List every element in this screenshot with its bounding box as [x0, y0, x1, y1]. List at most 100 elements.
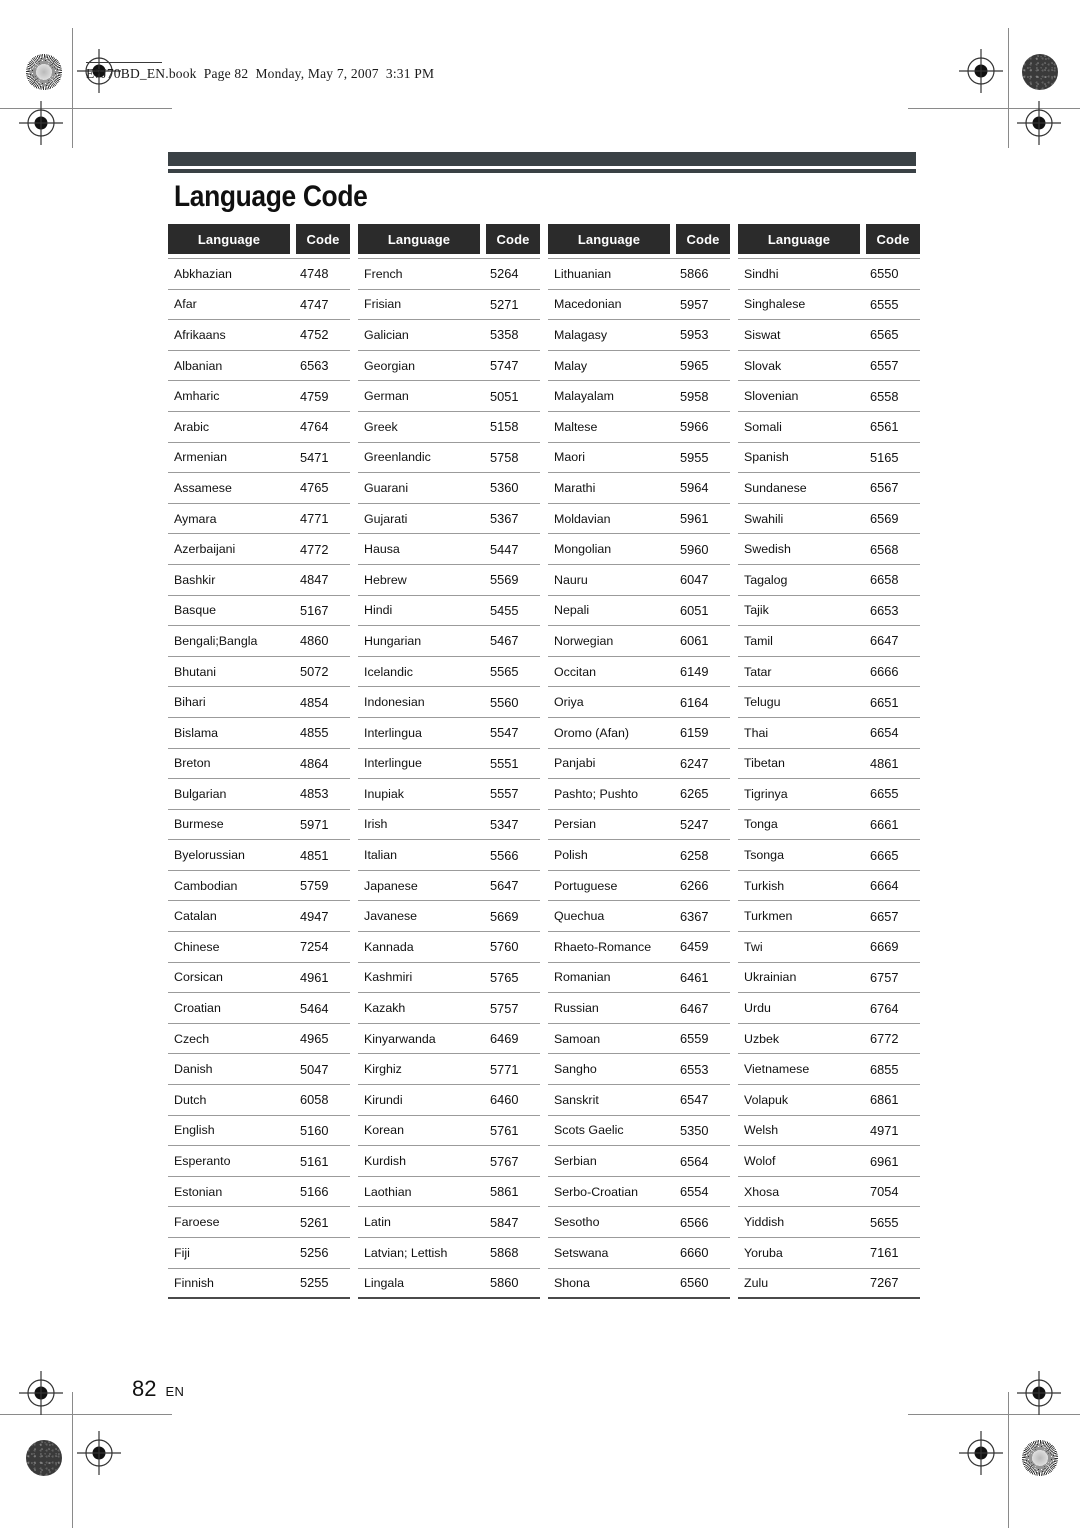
table-row: Urdu 6764	[738, 993, 920, 1024]
cell-code: 6461	[680, 969, 709, 985]
table-row: Serbian 6564	[548, 1146, 730, 1177]
table-row: Inupiak 5557	[358, 779, 540, 810]
table-row: Greek 5158	[358, 412, 540, 443]
table-row: Sangho 6553	[548, 1054, 730, 1086]
registration-mark-bottom-right	[959, 1431, 1003, 1475]
table-header-row: Language Code	[738, 224, 920, 254]
cell-code: 5958	[680, 388, 709, 404]
cell-code: 5866	[680, 266, 709, 282]
table-row: Xhosa 7054	[738, 1177, 920, 1208]
column-header-code: Code	[486, 224, 540, 254]
cell-code: 5669	[490, 908, 519, 924]
cell-language: German	[364, 389, 409, 404]
column-header-code: Code	[296, 224, 350, 254]
cell-code: 4851	[300, 847, 329, 863]
registration-mark-right-upper	[1017, 101, 1061, 145]
cell-code: 5551	[490, 755, 519, 771]
cell-code: 7267	[870, 1275, 899, 1291]
trim-line-top	[0, 1414, 172, 1415]
cell-code: 6467	[680, 1000, 709, 1016]
table-row: Tagalog 6658	[738, 565, 920, 596]
cell-code: 5360	[490, 480, 519, 496]
cell-code: 5860	[490, 1275, 519, 1291]
cell-language: Swedish	[744, 542, 791, 557]
cell-language: Moldavian	[554, 511, 611, 526]
table-row: Chinese 7254	[168, 932, 350, 963]
cell-language: Volapuk	[744, 1092, 789, 1107]
cell-language: Swahili	[744, 511, 784, 526]
cell-code: 6555	[870, 296, 899, 312]
cell-language: Yoruba	[744, 1245, 783, 1260]
cell-language: Occitan	[554, 664, 597, 679]
table-row: Siswat 6565	[738, 320, 920, 351]
cell-code: 6658	[870, 572, 899, 588]
cell-language: English	[174, 1123, 215, 1138]
cell-language: Singhalese	[744, 297, 806, 312]
table-row: Dutch 6058	[168, 1085, 350, 1116]
cell-code: 4860	[300, 633, 329, 649]
table-row: Cambodian 5759	[168, 871, 350, 902]
cell-code: 5847	[490, 1214, 519, 1230]
cell-code: 5547	[490, 725, 519, 741]
table-row: Nauru 6047	[548, 565, 730, 596]
cell-language: Armenian	[174, 450, 228, 465]
table-row: Maori 5955	[548, 443, 730, 474]
cell-code: 5261	[300, 1214, 329, 1230]
cell-code: 5761	[490, 1122, 519, 1138]
cell-code: 5747	[490, 358, 519, 374]
cell-code: 5051	[490, 388, 519, 404]
table-row: Occitan 6149	[548, 657, 730, 688]
cell-code: 4864	[300, 755, 329, 771]
cell-code: 6367	[680, 908, 709, 924]
cell-code: 5868	[490, 1245, 519, 1261]
cell-language: Oromo (Afan)	[554, 725, 630, 740]
cell-language: Serbian	[554, 1154, 597, 1169]
cell-code: 4847	[300, 572, 329, 588]
table-header-row: Language Code	[358, 224, 540, 254]
cell-language: Hebrew	[364, 572, 407, 587]
cell-language: Bulgarian	[174, 786, 227, 801]
cell-language: Afrikaans	[174, 327, 226, 342]
cell-code: 5760	[490, 939, 519, 955]
cell-code: 4961	[300, 969, 329, 985]
table-header-row: Language Code	[168, 224, 350, 254]
cell-code: 4752	[300, 327, 329, 343]
cell-code: 6665	[870, 847, 899, 863]
table-row: Latin 5847	[358, 1207, 540, 1238]
cell-code: 6561	[870, 419, 899, 435]
cell-language: Twi	[744, 939, 763, 954]
cell-language: Bashkir	[174, 572, 216, 587]
trim-line-upper-2	[908, 108, 1080, 109]
title-band-upper-rule	[168, 152, 916, 166]
cell-code: 5647	[490, 878, 519, 894]
cell-code: 6651	[870, 694, 899, 710]
cell-code: 6855	[870, 1061, 899, 1077]
cell-language: Galician	[364, 327, 409, 342]
cell-language: Xhosa	[744, 1184, 780, 1199]
cell-code: 5161	[300, 1153, 329, 1169]
table-row: Hebrew 5569	[358, 565, 540, 596]
table-body: Lithuanian 5866 Macedonian 5957 Malagasy 5953…	[548, 258, 730, 1300]
table-header-row: Language Code	[548, 224, 730, 254]
footer-language-tag: EN	[165, 1384, 185, 1399]
table-row: Afrikaans 4752	[168, 320, 350, 351]
cell-language: Wolof	[744, 1154, 776, 1169]
table-row: Kinyarwanda 6469	[358, 1024, 540, 1055]
cell-code: 6459	[680, 939, 709, 955]
cell-code: 6558	[870, 388, 899, 404]
table-row: Sindhi 6550	[738, 259, 920, 290]
table-row: Spanish 5165	[738, 443, 920, 474]
cell-code: 5560	[490, 694, 519, 710]
cell-language: Sanskrit	[554, 1092, 599, 1107]
cell-code: 5953	[680, 327, 709, 343]
cell-language: Corsican	[174, 970, 223, 985]
table-row: Breton 4864	[168, 749, 350, 780]
table-row: Twi 6669	[738, 932, 920, 963]
cell-language: Tibetan	[744, 756, 785, 771]
cell-language: Cambodian	[174, 878, 238, 893]
table-row: Fiji 5256	[168, 1238, 350, 1269]
cell-language: Sangho	[554, 1062, 597, 1077]
cell-language: Fiji	[174, 1245, 190, 1260]
registration-mark-left-upper	[19, 101, 63, 145]
table-row: Scots Gaelic 5350	[548, 1116, 730, 1147]
